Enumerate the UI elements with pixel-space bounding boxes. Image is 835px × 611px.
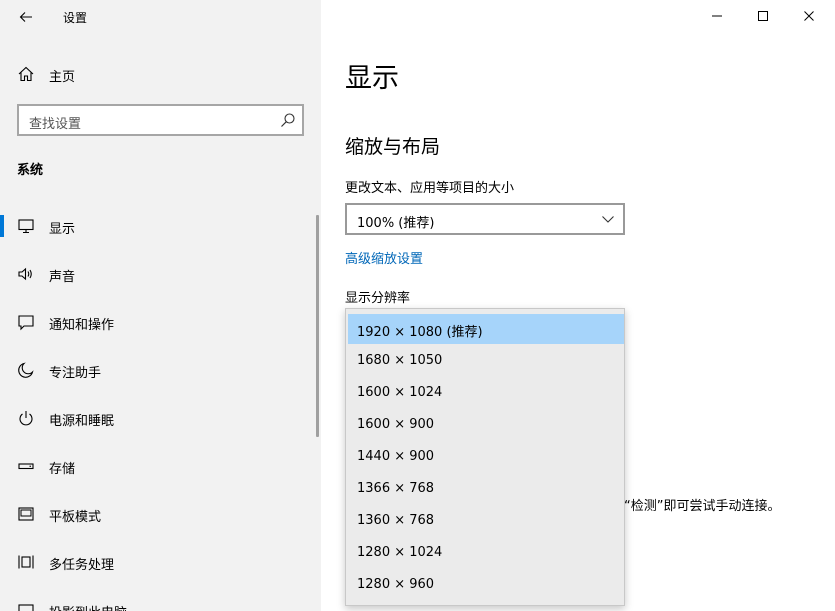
search-icon[interactable] bbox=[280, 112, 296, 128]
sidebar-item-tablet-mode[interactable]: 平板模式 bbox=[0, 494, 316, 534]
close-button[interactable] bbox=[786, 0, 832, 32]
tablet-icon bbox=[18, 507, 34, 521]
scale-value: 100% (推荐) bbox=[357, 216, 435, 231]
home-icon bbox=[18, 66, 34, 82]
resolution-option[interactable]: 1366 × 768 bbox=[348, 474, 624, 504]
arrow-left-icon bbox=[19, 12, 32, 22]
resolution-label: 显示分辨率 bbox=[345, 291, 411, 306]
page-title: 显示 bbox=[345, 63, 399, 94]
resolution-option[interactable]: 1360 × 768 bbox=[348, 506, 624, 536]
sidebar: 设置 主页 查找设置 系统 显示 声音 通知和操作 专注助手 电源和睡眠 存储 … bbox=[0, 0, 321, 611]
sidebar-item-label: 电源和睡眠 bbox=[49, 414, 115, 429]
resolution-option[interactable]: 1280 × 1024 bbox=[348, 538, 624, 568]
sidebar-item-project-to-pc[interactable]: 投影到此电脑 bbox=[0, 590, 316, 611]
sidebar-item-label: 专注助手 bbox=[49, 366, 102, 381]
sidebar-item-label: 平板模式 bbox=[49, 510, 102, 525]
monitor-icon bbox=[18, 219, 34, 234]
resolution-dropdown: 1920 × 1080 (推荐) 1680 × 1050 1600 × 1024… bbox=[345, 308, 625, 606]
resolution-option[interactable]: 1280 × 960 bbox=[348, 570, 624, 600]
sidebar-item-display[interactable]: 显示 bbox=[0, 206, 316, 246]
close-icon bbox=[804, 11, 814, 21]
minimize-button[interactable] bbox=[694, 0, 740, 32]
sidebar-item-label: 显示 bbox=[49, 222, 76, 237]
sidebar-item-notifications[interactable]: 通知和操作 bbox=[0, 302, 316, 342]
speaker-icon bbox=[18, 267, 32, 281]
resolution-option[interactable]: 1920 × 1080 (推荐) bbox=[348, 314, 624, 344]
sidebar-scrollbar[interactable] bbox=[316, 215, 319, 437]
maximize-icon bbox=[758, 11, 768, 21]
resolution-option-label: 1600 × 900 bbox=[357, 417, 435, 432]
resolution-option-label: 1360 × 768 bbox=[357, 513, 435, 528]
sidebar-item-power-sleep[interactable]: 电源和睡眠 bbox=[0, 398, 316, 438]
maximize-button[interactable] bbox=[740, 0, 786, 32]
minimize-icon bbox=[712, 15, 722, 17]
projector-icon bbox=[18, 604, 34, 611]
resolution-option[interactable]: 1600 × 1024 bbox=[348, 378, 624, 408]
back-button[interactable] bbox=[16, 7, 36, 27]
multitask-icon bbox=[18, 555, 34, 569]
sidebar-item-label: 多任务处理 bbox=[49, 558, 115, 573]
resolution-option[interactable]: 1680 × 1050 bbox=[348, 346, 624, 376]
resolution-option-label: 1280 × 1024 bbox=[357, 545, 443, 560]
search-placeholder: 查找设置 bbox=[29, 117, 82, 132]
moon-icon bbox=[18, 362, 34, 378]
sidebar-item-label: 通知和操作 bbox=[49, 318, 115, 333]
resolution-option-label: 1680 × 1050 bbox=[357, 353, 443, 368]
sidebar-item-multitasking[interactable]: 多任务处理 bbox=[0, 542, 316, 582]
sidebar-item-focus-assist[interactable]: 专注助手 bbox=[0, 350, 316, 390]
active-indicator bbox=[0, 215, 4, 237]
app-title: 设置 bbox=[63, 11, 88, 25]
sidebar-item-storage[interactable]: 存储 bbox=[0, 446, 316, 486]
resolution-option-label: 1280 × 960 bbox=[357, 577, 435, 592]
sidebar-item-home[interactable]: 主页 bbox=[0, 56, 321, 92]
sidebar-item-label: 存储 bbox=[49, 462, 76, 477]
section-title: 缩放与布局 bbox=[345, 136, 441, 158]
sidebar-item-label: 声音 bbox=[49, 270, 76, 285]
storage-icon bbox=[18, 463, 34, 470]
resolution-option-label: 1440 × 900 bbox=[357, 449, 435, 464]
resolution-option-label: 1600 × 1024 bbox=[357, 385, 443, 400]
scale-select[interactable]: 100% (推荐) bbox=[345, 203, 625, 235]
resolution-option-label: 1366 × 768 bbox=[357, 481, 435, 496]
resolution-option[interactable]: 1440 × 900 bbox=[348, 442, 624, 472]
section-header: 系统 bbox=[17, 163, 44, 178]
notification-icon bbox=[18, 315, 34, 331]
advanced-scaling-link[interactable]: 高级缩放设置 bbox=[345, 248, 423, 267]
resolution-option-label: 1920 × 1080 (推荐) bbox=[357, 325, 483, 340]
resolution-option[interactable]: 1600 × 900 bbox=[348, 410, 624, 440]
home-label: 主页 bbox=[49, 70, 76, 85]
detect-hint-text: “检测”即可尝试手动连接。 bbox=[624, 499, 781, 514]
search-input[interactable]: 查找设置 bbox=[17, 104, 304, 136]
chevron-down-icon bbox=[602, 216, 614, 223]
scale-label: 更改文本、应用等项目的大小 bbox=[345, 181, 515, 196]
sidebar-item-label: 投影到此电脑 bbox=[49, 602, 127, 611]
sidebar-item-sound[interactable]: 声音 bbox=[0, 254, 316, 294]
power-icon bbox=[19, 411, 33, 426]
